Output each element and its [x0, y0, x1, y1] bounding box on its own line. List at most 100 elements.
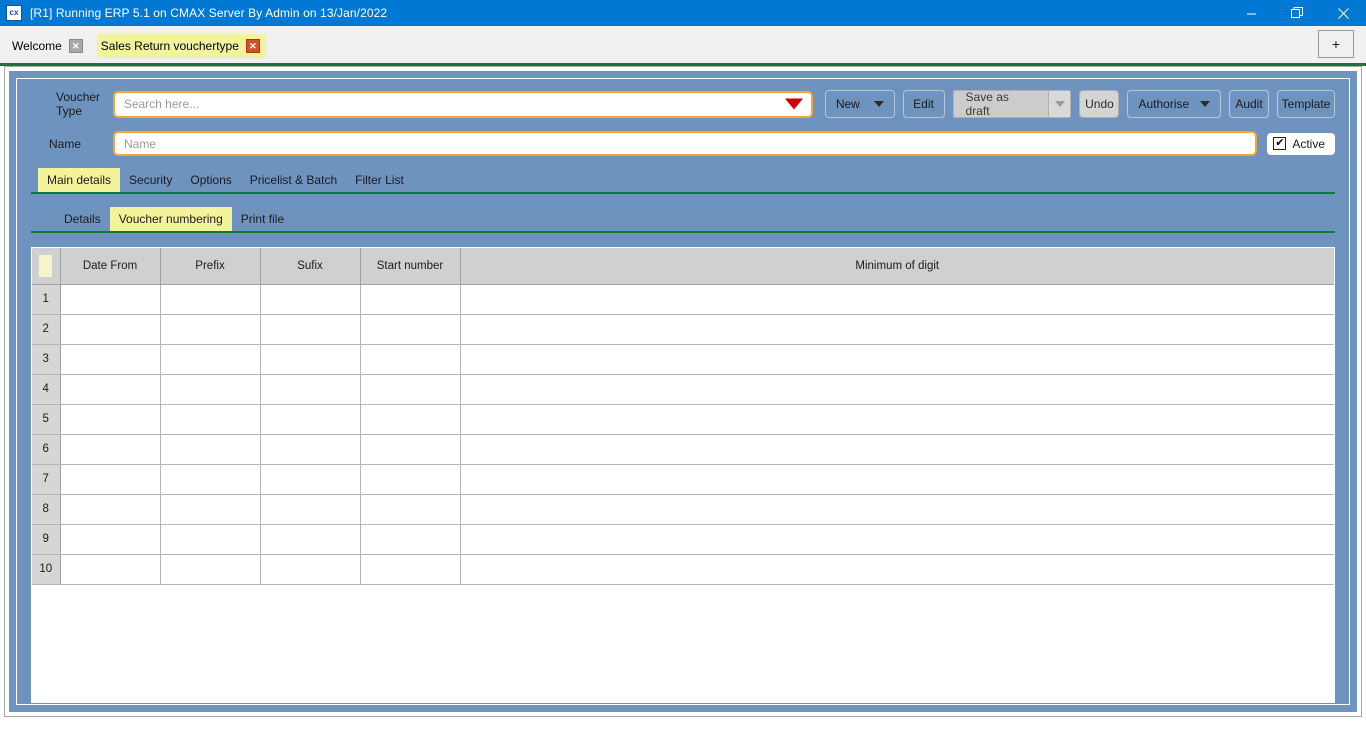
cell-date-from[interactable]: [60, 314, 161, 345]
cell-sufix[interactable]: [260, 554, 361, 585]
cell-minimum-of-digit[interactable]: [460, 524, 1334, 555]
save-as-draft-button[interactable]: Save as draft: [952, 90, 1048, 118]
authorise-button[interactable]: Authorise: [1127, 90, 1221, 118]
cell-prefix[interactable]: [160, 554, 261, 585]
cell-start-number[interactable]: [360, 464, 461, 495]
tab-security[interactable]: Security: [120, 168, 181, 192]
row-number[interactable]: 9: [32, 524, 61, 555]
tab-voucher-numbering[interactable]: Voucher numbering: [109, 207, 232, 231]
cell-date-from[interactable]: [60, 464, 161, 495]
new-button[interactable]: New: [824, 90, 895, 118]
cell-sufix[interactable]: [260, 344, 361, 375]
table-row[interactable]: 5: [32, 404, 1334, 435]
cell-minimum-of-digit[interactable]: [460, 404, 1334, 435]
row-number[interactable]: 2: [32, 314, 61, 345]
active-checkbox[interactable]: ✔: [1273, 137, 1287, 150]
row-number[interactable]: 3: [32, 344, 61, 375]
cell-start-number[interactable]: [360, 404, 461, 435]
cell-prefix[interactable]: [160, 374, 261, 405]
cell-start-number[interactable]: [360, 524, 461, 555]
cell-prefix[interactable]: [160, 494, 261, 525]
cell-sufix[interactable]: [260, 464, 361, 495]
column-header-sufix[interactable]: Sufix: [260, 248, 361, 285]
cell-sufix[interactable]: [260, 374, 361, 405]
cell-date-from[interactable]: [60, 434, 161, 465]
cell-start-number[interactable]: [360, 554, 461, 585]
cell-date-from[interactable]: [60, 494, 161, 525]
cell-date-from[interactable]: [60, 404, 161, 435]
row-number[interactable]: 5: [32, 404, 61, 435]
cell-date-from[interactable]: [60, 524, 161, 555]
table-row[interactable]: 2: [32, 314, 1334, 345]
cell-date-from[interactable]: [60, 344, 161, 375]
add-tab-button[interactable]: +: [1318, 30, 1354, 58]
cell-prefix[interactable]: [160, 464, 261, 495]
cell-prefix[interactable]: [160, 404, 261, 435]
cell-prefix[interactable]: [160, 314, 261, 345]
cell-start-number[interactable]: [360, 374, 461, 405]
cell-minimum-of-digit[interactable]: [460, 314, 1334, 345]
table-row[interactable]: 4: [32, 374, 1334, 405]
save-as-draft-dropdown[interactable]: [1047, 90, 1072, 118]
row-number[interactable]: 4: [32, 374, 61, 405]
row-number[interactable]: 8: [32, 494, 61, 525]
cell-prefix[interactable]: [160, 524, 261, 555]
tab-filter-list[interactable]: Filter List: [346, 168, 413, 192]
name-input[interactable]: [113, 131, 1258, 156]
document-tab-sales-return-vouchertype[interactable]: Sales Return vouchertype ✕: [96, 34, 266, 58]
close-icon[interactable]: [1320, 0, 1366, 26]
row-number[interactable]: 7: [32, 464, 61, 495]
cell-minimum-of-digit[interactable]: [460, 284, 1334, 315]
tab-print-file[interactable]: Print file: [232, 207, 293, 231]
cell-start-number[interactable]: [360, 344, 461, 375]
cell-sufix[interactable]: [260, 314, 361, 345]
cell-minimum-of-digit[interactable]: [460, 344, 1334, 375]
row-number[interactable]: 10: [32, 554, 61, 585]
tab-pricelist-and-batch[interactable]: Pricelist & Batch: [241, 168, 346, 192]
document-tab-welcome[interactable]: Welcome ✕: [8, 34, 89, 58]
table-row[interactable]: 10: [32, 554, 1334, 585]
cell-minimum-of-digit[interactable]: [460, 374, 1334, 405]
tab-main-details[interactable]: Main details: [38, 168, 121, 192]
voucher-numbering-grid-wrapper[interactable]: Date From Prefix Sufix Start number Mini…: [31, 247, 1335, 703]
cell-sufix[interactable]: [260, 524, 361, 555]
table-row[interactable]: 1: [32, 284, 1334, 315]
audit-button[interactable]: Audit: [1229, 90, 1269, 118]
voucher-type-search-input[interactable]: [112, 90, 813, 118]
cell-start-number[interactable]: [360, 314, 461, 345]
table-row[interactable]: 6: [32, 434, 1334, 465]
cell-date-from[interactable]: [60, 284, 161, 315]
cell-prefix[interactable]: [160, 434, 261, 465]
grid-select-all-corner[interactable]: [32, 248, 61, 285]
close-icon[interactable]: ✕: [68, 39, 83, 53]
table-row[interactable]: 3: [32, 344, 1334, 375]
cell-start-number[interactable]: [360, 284, 461, 315]
cell-start-number[interactable]: [360, 494, 461, 525]
cell-minimum-of-digit[interactable]: [460, 464, 1334, 495]
cell-minimum-of-digit[interactable]: [460, 434, 1334, 465]
table-row[interactable]: 8: [32, 494, 1334, 525]
cell-sufix[interactable]: [260, 284, 361, 315]
cell-prefix[interactable]: [160, 284, 261, 315]
cell-start-number[interactable]: [360, 434, 461, 465]
column-header-prefix[interactable]: Prefix: [160, 248, 261, 285]
restore-icon[interactable]: [1274, 0, 1320, 26]
undo-button[interactable]: Undo: [1079, 90, 1120, 118]
tab-details[interactable]: Details: [55, 207, 110, 231]
column-header-minimum-of-digit[interactable]: Minimum of digit: [460, 248, 1334, 285]
cell-date-from[interactable]: [60, 374, 161, 405]
cell-sufix[interactable]: [260, 494, 361, 525]
template-button[interactable]: Template: [1277, 90, 1335, 118]
row-number[interactable]: 6: [32, 434, 61, 465]
save-as-draft-splitbutton[interactable]: Save as draft: [952, 90, 1072, 118]
row-number[interactable]: 1: [32, 284, 61, 315]
cell-minimum-of-digit[interactable]: [460, 554, 1334, 585]
tab-options[interactable]: Options: [181, 168, 240, 192]
column-header-date-from[interactable]: Date From: [60, 248, 161, 285]
cell-prefix[interactable]: [160, 344, 261, 375]
cell-date-from[interactable]: [60, 554, 161, 585]
active-checkbox-wrapper[interactable]: ✔ Active: [1267, 132, 1335, 155]
table-row[interactable]: 7: [32, 464, 1334, 495]
close-icon[interactable]: ✕: [245, 39, 260, 53]
table-row[interactable]: 9: [32, 524, 1334, 555]
